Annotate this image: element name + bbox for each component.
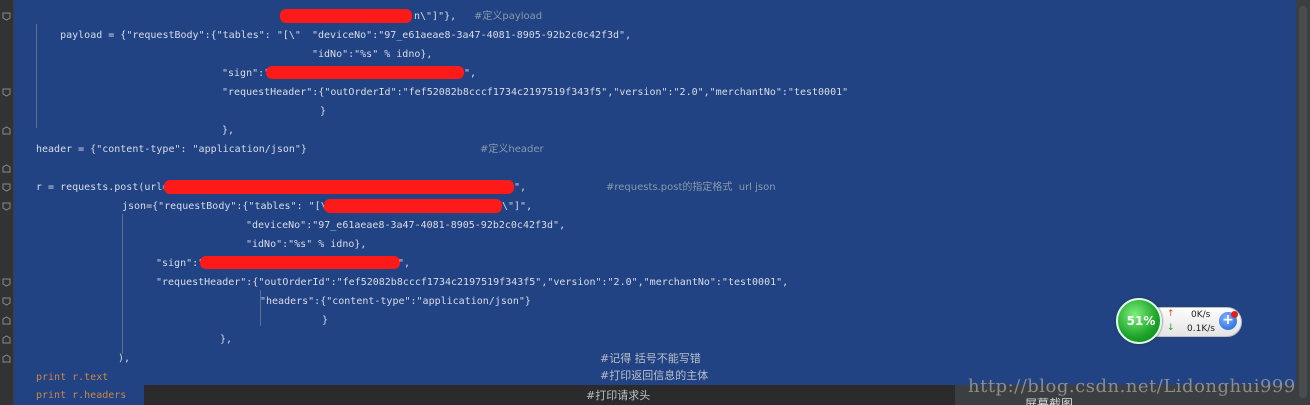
code-line: header = {"content-type": "application/j… (36, 144, 307, 155)
fold-marker-icon[interactable] (2, 297, 11, 306)
code-line-tail: ", (464, 68, 477, 79)
fold-marker-icon[interactable] (2, 126, 11, 135)
code-line: "idNo":"%s" % idno}, (312, 49, 433, 60)
fold-marker-icon[interactable] (2, 354, 11, 363)
code-line: r = requests.post(url=" (36, 182, 175, 193)
notification-dot-icon (1231, 311, 1238, 318)
code-text: payload = {"requestBody":{"tables": "[\" (60, 30, 301, 41)
download-rate: 0.1K/s (1187, 324, 1215, 334)
fold-marker-icon[interactable] (2, 278, 11, 287)
code-line-tail: ", (514, 182, 527, 193)
code-line: "requestHeader":{"outOrderId":"fef52082b… (156, 277, 789, 288)
fold-marker-icon[interactable] (2, 164, 11, 173)
fold-marker-icon[interactable] (2, 12, 11, 21)
fold-marker-icon[interactable] (2, 88, 11, 97)
code-line: "idNo":"%s" % idno}, (246, 239, 367, 250)
fold-marker-icon[interactable] (2, 316, 11, 325)
code-line: } (320, 106, 327, 117)
code-line: payload = {"requestBody":{"tables": "[\" (36, 7, 301, 64)
upload-rate: 0K/s (1191, 310, 1211, 320)
redaction-mark (280, 9, 412, 23)
code-line: "sign":" (222, 68, 271, 79)
download-arrow-icon: ↓ (1167, 323, 1175, 333)
redaction-mark (200, 256, 400, 269)
editor-gutter (0, 0, 14, 405)
code-line-tail: \"]", (502, 201, 533, 212)
code-line-tail: n\"]"}, (414, 11, 457, 22)
memory-percent: 51% (1126, 314, 1156, 328)
vertical-scrollbar[interactable] (1296, 0, 1310, 405)
code-line: }, (220, 334, 233, 345)
redaction-mark (266, 66, 464, 79)
code-line: print r.text (36, 372, 109, 383)
indent-guide (122, 214, 123, 354)
code-line: "sign":" (156, 258, 205, 269)
redaction-mark (164, 180, 514, 194)
memory-usage-ball[interactable]: 51% (1116, 298, 1162, 344)
network-speed-widget[interactable]: ↑ 0K/s ↓ 0.1K/s 51% + (1116, 298, 1242, 344)
code-comment: #定义payload (474, 11, 543, 22)
upload-arrow-icon: ↑ (1167, 309, 1175, 319)
fold-marker-icon[interactable] (2, 335, 11, 344)
code-line: json={"requestBody":{"tables": "[\" (122, 201, 333, 212)
code-line: "requestHeader":{"outOrderId":"fef52082b… (222, 87, 849, 98)
code-line: }, (222, 125, 235, 136)
code-line: ), (118, 353, 131, 364)
code-comment: #打印请求头 (586, 389, 651, 402)
code-line-tail: ", (398, 258, 411, 269)
watermark: http://blog.csdn.net/Lidonghui999 (968, 376, 1296, 397)
code-comment: #打印返回信息的主体 (600, 369, 709, 382)
code-line: print r.headers (36, 390, 127, 401)
scrollbar-thumb[interactable] (1299, 6, 1307, 398)
code-line: } (322, 315, 329, 326)
code-line: "headers":{"content-type":"application/j… (260, 296, 531, 307)
code-comment: #requests.post的指定格式 url json (606, 182, 776, 193)
code-editor[interactable]: payload = {"requestBody":{"tables": "[\"… (14, 0, 1296, 385)
fold-marker-icon[interactable] (2, 202, 11, 211)
code-line: "deviceNo":"97_e61aeae8-3a47-4081-8905-9… (312, 30, 632, 41)
redaction-mark (324, 199, 502, 213)
fold-marker-icon[interactable] (2, 183, 11, 192)
code-editor-lower[interactable]: print r.headers (14, 385, 144, 405)
code-line: "deviceNo":"97_e61aeae8-3a47-4081-8905-9… (246, 220, 566, 231)
code-comment: #定义header (480, 144, 544, 155)
